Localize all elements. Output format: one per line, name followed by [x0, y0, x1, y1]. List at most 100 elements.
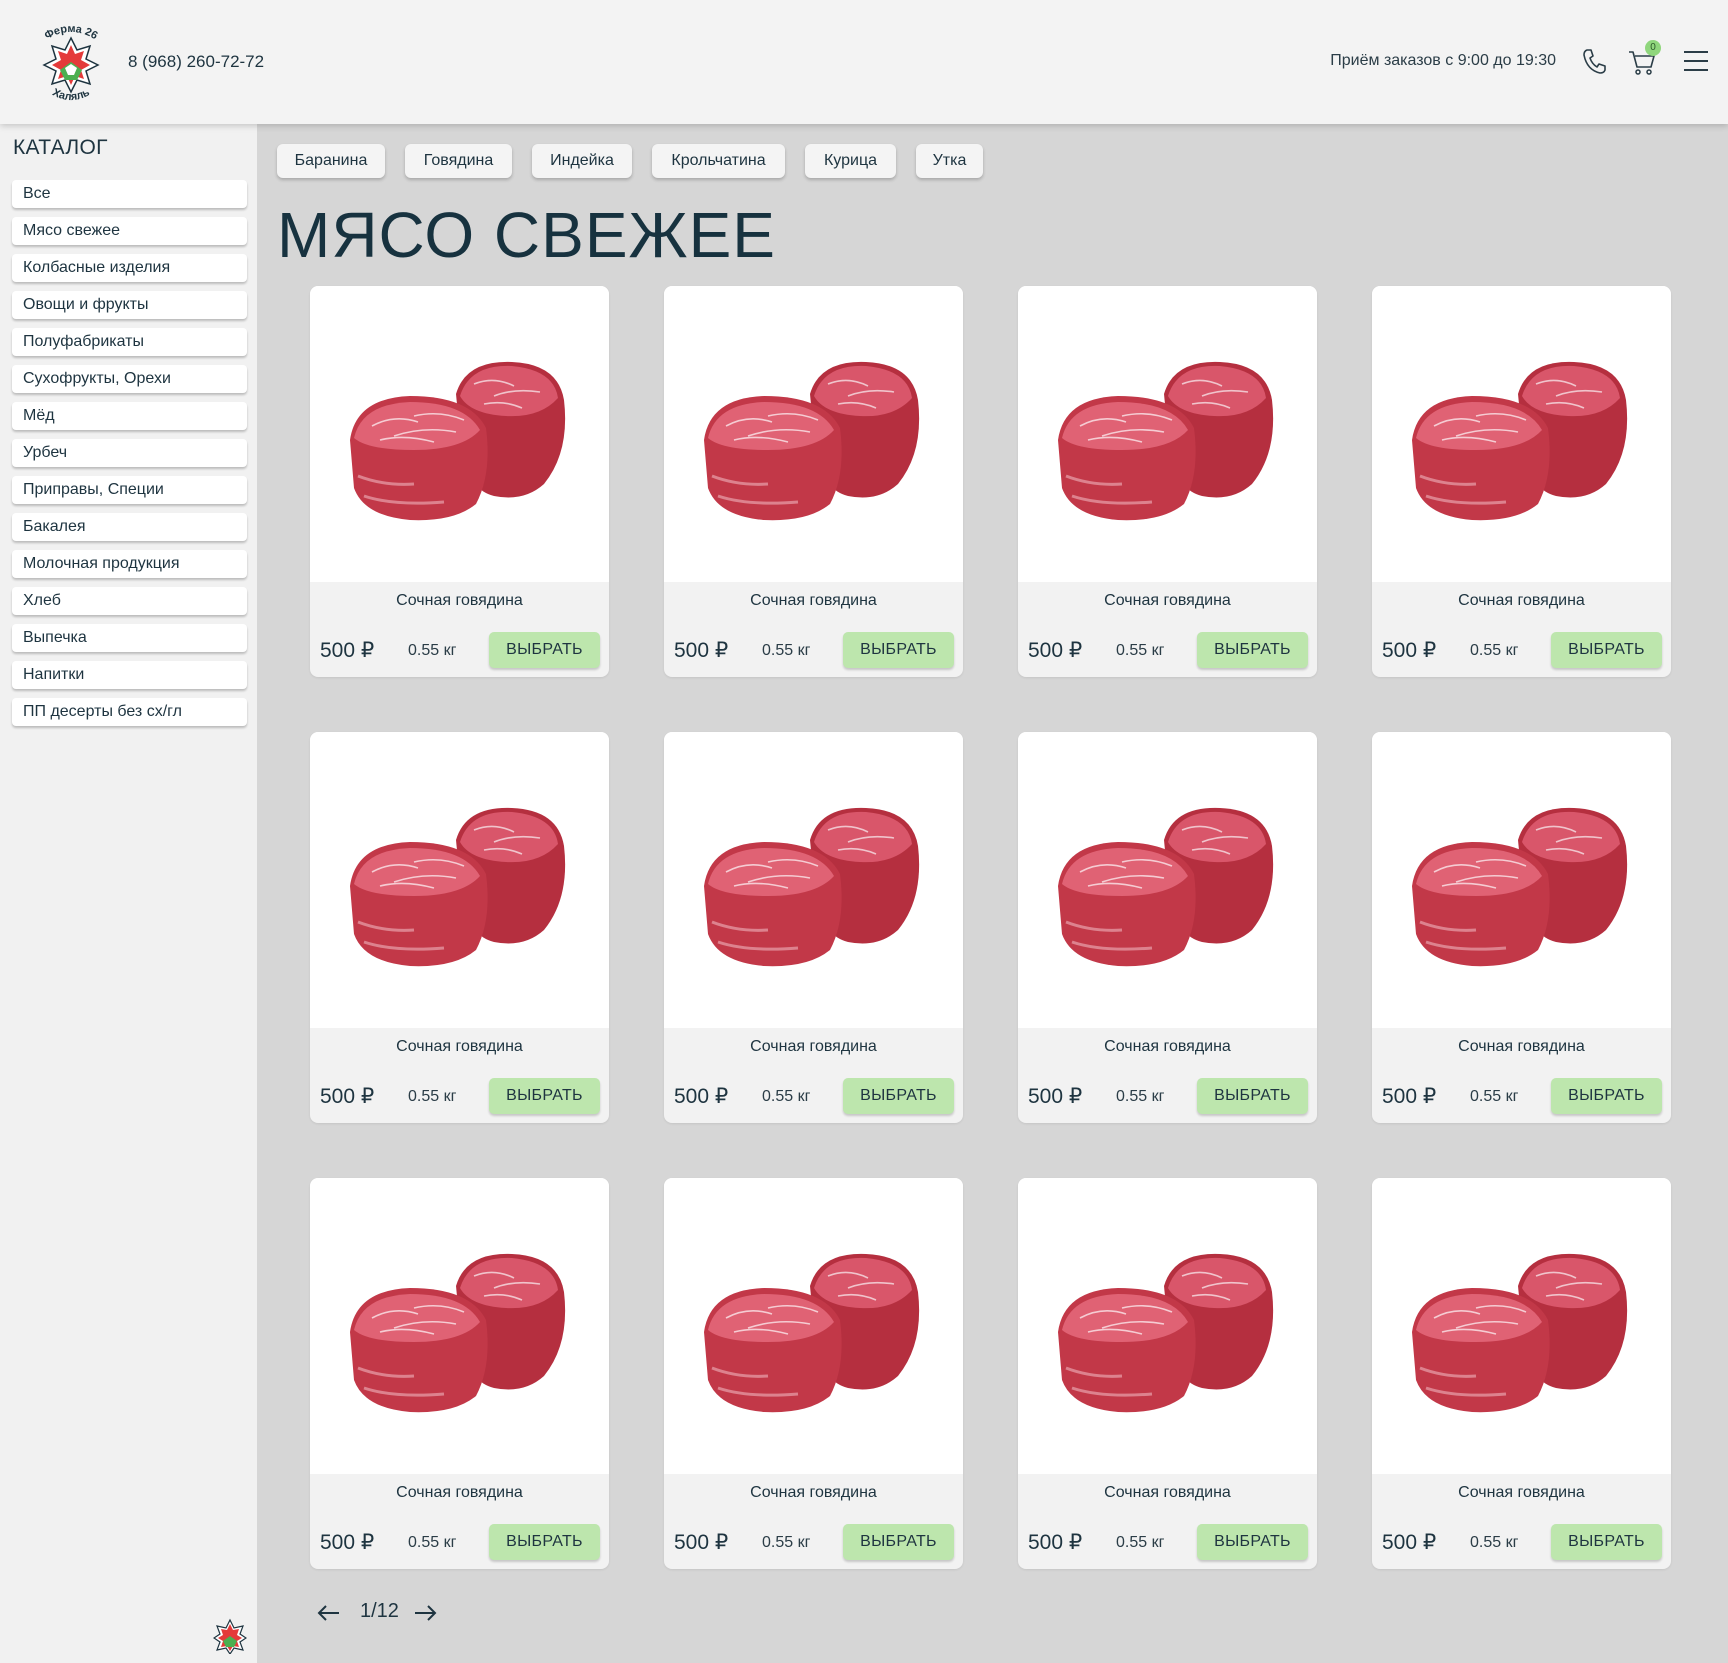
product-price: 500 ₽ [1382, 1085, 1437, 1108]
arrow-left-icon[interactable] [316, 1602, 342, 1624]
product-image[interactable] [1372, 286, 1671, 582]
product-name: Сочная говядина [750, 592, 877, 609]
tab-turkey[interactable]: Индейка [532, 144, 632, 178]
sidebar-item-pastry[interactable]: Выпечка [12, 624, 247, 652]
product-image[interactable] [664, 286, 963, 582]
cart-icon[interactable]: 0 [1626, 40, 1661, 78]
product-name: Сочная говядина [750, 1038, 877, 1055]
product-price: 500 ₽ [320, 1085, 375, 1108]
product-image[interactable] [310, 732, 609, 1028]
page-title: МЯСО СВЕЖЕЕ [277, 199, 776, 271]
product-price: 500 ₽ [1028, 1085, 1083, 1108]
sidebar-item-bread[interactable]: Хлеб [12, 587, 247, 615]
product-price: 500 ₽ [320, 639, 375, 662]
product-name: Сочная говядина [750, 1484, 877, 1501]
tab-duck[interactable]: Утка [916, 144, 983, 178]
select-product-button[interactable]: ВЫБРАТЬ [1551, 1078, 1662, 1114]
sidebar-item-honey[interactable]: Мёд [12, 402, 247, 430]
product-weight: 0.55 кг [1470, 642, 1519, 659]
product-name: Сочная говядина [396, 1038, 523, 1055]
sidebar-item-spices[interactable]: Приправы, Специи [12, 476, 247, 504]
product-price: 500 ₽ [1028, 639, 1083, 662]
select-product-button[interactable]: ВЫБРАТЬ [1197, 1524, 1308, 1560]
sidebar-item-dried-fruits-nuts[interactable]: Сухофрукты, Орехи [12, 365, 247, 393]
tab-beef[interactable]: Говядина [405, 144, 512, 178]
product-weight: 0.55 кг [408, 1088, 457, 1105]
product-price: 500 ₽ [674, 1531, 729, 1554]
product-card: Сочная говядина 500 ₽ 0.55 кг ВЫБРАТЬ [310, 286, 609, 677]
product-price: 500 ₽ [674, 639, 729, 662]
header-phone-number[interactable]: 8 (968) 260-72-72 [128, 52, 264, 72]
product-card: Сочная говядина 500 ₽ 0.55 кг ВЫБРАТЬ [664, 286, 963, 677]
product-weight: 0.55 кг [1116, 1534, 1165, 1551]
product-weight: 0.55 кг [762, 1534, 811, 1551]
tab-chicken[interactable]: Курица [805, 144, 896, 178]
product-card: Сочная говядина 500 ₽ 0.55 кг ВЫБРАТЬ [1372, 286, 1671, 677]
product-image[interactable] [310, 286, 609, 582]
sidebar-item-urbech[interactable]: Урбеч [12, 439, 247, 467]
sidebar-item-drinks[interactable]: Напитки [12, 661, 247, 689]
catalog-title: КАТАЛОГ [13, 136, 108, 159]
catalog-list: Все Мясо свежее Колбасные изделия Овощи … [12, 180, 247, 735]
page-indicator: 1/12 [360, 1600, 399, 1622]
product-name: Сочная говядина [1104, 592, 1231, 609]
catalog-sidebar: КАТАЛОГ Все Мясо свежее Колбасные издели… [0, 124, 257, 1663]
product-card: Сочная говядина 500 ₽ 0.55 кг ВЫБРАТЬ [664, 732, 963, 1123]
brand-logo[interactable]: Ферма 26 Халяль [36, 18, 106, 106]
product-name: Сочная говядина [396, 592, 523, 609]
product-image[interactable] [1018, 732, 1317, 1028]
product-weight: 0.55 кг [408, 642, 457, 659]
product-price: 500 ₽ [1028, 1531, 1083, 1554]
product-name: Сочная говядина [1458, 1038, 1585, 1055]
product-card: Сочная говядина 500 ₽ 0.55 кг ВЫБРАТЬ [310, 1178, 609, 1569]
sidebar-item-dairy[interactable]: Молочная продукция [12, 550, 247, 578]
product-price: 500 ₽ [674, 1085, 729, 1108]
sidebar-item-fresh-meat[interactable]: Мясо свежее [12, 217, 247, 245]
select-product-button[interactable]: ВЫБРАТЬ [1551, 632, 1662, 668]
product-image[interactable] [664, 1178, 963, 1474]
arrow-right-icon[interactable] [412, 1602, 438, 1624]
product-weight: 0.55 кг [762, 642, 811, 659]
tab-rabbit[interactable]: Крольчатина [652, 144, 785, 178]
product-name: Сочная говядина [1104, 1484, 1231, 1501]
product-card: Сочная говядина 500 ₽ 0.55 кг ВЫБРАТЬ [1372, 1178, 1671, 1569]
select-product-button[interactable]: ВЫБРАТЬ [489, 1078, 600, 1114]
product-weight: 0.55 кг [1116, 1088, 1165, 1105]
product-card: Сочная говядина 500 ₽ 0.55 кг ВЫБРАТЬ [664, 1178, 963, 1569]
sidebar-item-all[interactable]: Все [12, 180, 247, 208]
select-product-button[interactable]: ВЫБРАТЬ [843, 1078, 954, 1114]
product-image[interactable] [1372, 1178, 1671, 1474]
product-card: Сочная говядина 500 ₽ 0.55 кг ВЫБРАТЬ [1018, 1178, 1317, 1569]
product-card: Сочная говядина 500 ₽ 0.55 кг ВЫБРАТЬ [1018, 286, 1317, 677]
product-image[interactable] [1372, 732, 1671, 1028]
menu-icon[interactable] [1680, 44, 1712, 78]
product-weight: 0.55 кг [1470, 1088, 1519, 1105]
product-image[interactable] [1018, 286, 1317, 582]
select-product-button[interactable]: ВЫБРАТЬ [489, 632, 600, 668]
select-product-button[interactable]: ВЫБРАТЬ [843, 632, 954, 668]
select-product-button[interactable]: ВЫБРАТЬ [843, 1524, 954, 1560]
product-image[interactable] [1018, 1178, 1317, 1474]
select-product-button[interactable]: ВЫБРАТЬ [1197, 632, 1308, 668]
product-name: Сочная говядина [1104, 1038, 1231, 1055]
product-card: Сочная говядина 500 ₽ 0.55 кг ВЫБРАТЬ [310, 732, 609, 1123]
product-weight: 0.55 кг [1470, 1534, 1519, 1551]
sidebar-item-pp-desserts[interactable]: ПП десерты без сх/гл [12, 698, 247, 726]
product-weight: 0.55 кг [408, 1534, 457, 1551]
sidebar-item-sausages[interactable]: Колбасные изделия [12, 254, 247, 282]
phone-icon[interactable] [1578, 44, 1610, 78]
product-image[interactable] [664, 732, 963, 1028]
product-price: 500 ₽ [1382, 1531, 1437, 1554]
product-image[interactable] [310, 1178, 609, 1474]
product-name: Сочная говядина [1458, 1484, 1585, 1501]
sidebar-item-semi-finished[interactable]: Полуфабрикаты [12, 328, 247, 356]
site-header: Ферма 26 Халяль 8 (968) 260-72-72 Приём … [0, 0, 1728, 124]
sidebar-item-grocery[interactable]: Бакалея [12, 513, 247, 541]
product-price: 500 ₽ [1382, 639, 1437, 662]
tab-lamb[interactable]: Баранина [277, 144, 385, 178]
select-product-button[interactable]: ВЫБРАТЬ [489, 1524, 600, 1560]
select-product-button[interactable]: ВЫБРАТЬ [1551, 1524, 1662, 1560]
sidebar-item-vegetables-fruits[interactable]: Овощи и фрукты [12, 291, 247, 319]
cart-count-badge: 0 [1645, 40, 1661, 56]
select-product-button[interactable]: ВЫБРАТЬ [1197, 1078, 1308, 1114]
